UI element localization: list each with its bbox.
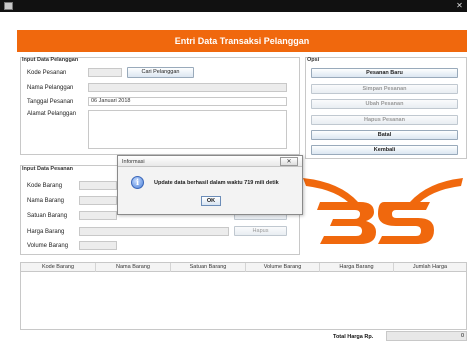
harga-barang-label: Harga Barang (27, 229, 65, 235)
info-dialog: Informasi ✕ i Update data berhasil dalam… (117, 155, 303, 215)
tanggal-pesanan-field[interactable]: 06 Januari 2018 (88, 97, 287, 106)
customer-group-title: Input Data Pelanggan (22, 57, 79, 63)
pesanan-group-title: Input Data Pesanan (22, 166, 74, 172)
kode-barang-label: Kode Barang (27, 183, 63, 189)
info-icon: i (131, 176, 144, 189)
kembali-button[interactable]: Kembali (311, 145, 458, 155)
volume-barang-label: Volume Barang (27, 243, 69, 249)
app-icon (4, 2, 13, 10)
harga-barang-field[interactable] (79, 227, 229, 236)
opsi-title: Opsi (307, 57, 320, 63)
hapus-button[interactable]: Hapus (234, 226, 287, 236)
hapus-pesanan-button[interactable]: Hapus Pesanan (311, 115, 458, 125)
col-kode-barang[interactable]: Kode Barang (21, 263, 96, 272)
total-harga-label: Total Harga Rp. (333, 334, 374, 340)
simpan-pesanan-button[interactable]: Simpan Pesanan (311, 84, 458, 94)
col-satuan-barang[interactable]: Satuan Barang (171, 263, 246, 272)
dialog-close-icon[interactable]: ✕ (280, 157, 298, 166)
nama-barang-field[interactable] (79, 196, 117, 205)
alamat-pelanggan-textarea[interactable] (88, 110, 287, 149)
volume-barang-field[interactable] (79, 241, 117, 250)
cari-pelanggan-button[interactable]: Cari Pelanggan (127, 67, 194, 78)
window-titlebar: ✕ (0, 0, 467, 12)
close-window-icon[interactable]: ✕ (455, 0, 464, 11)
alamat-pelanggan-label: Alamat Pelanggan (27, 111, 77, 117)
ubah-pesanan-button[interactable]: Ubah Pesanan (311, 99, 458, 109)
nama-pelanggan-label: Nama Pelanggan (27, 85, 74, 91)
kode-pesanan-field[interactable] (88, 68, 122, 77)
col-volume-barang[interactable]: Volume Barang (246, 263, 320, 272)
bs-logo (303, 178, 463, 244)
total-harga-field: 0 (386, 331, 467, 341)
pesanan-baru-button[interactable]: Pesanan Baru (311, 68, 458, 78)
col-jumlah-harga[interactable]: Jumlah Harga (394, 263, 466, 272)
dialog-title: Informasi (122, 159, 145, 165)
nama-pelanggan-field[interactable] (88, 83, 287, 92)
kode-barang-field[interactable] (79, 181, 117, 190)
kode-pesanan-label: Kode Pesanan (27, 70, 67, 76)
satuan-barang-field[interactable] (79, 211, 117, 220)
col-harga-barang[interactable]: Harga Barang (320, 263, 394, 272)
table-header: Kode Barang Nama Barang Satuan Barang Vo… (21, 263, 466, 272)
tanggal-pesanan-label: Tanggal Pesanan (27, 99, 74, 105)
dialog-titlebar: Informasi ✕ (118, 156, 302, 167)
item-table[interactable]: Kode Barang Nama Barang Satuan Barang Vo… (20, 262, 467, 330)
dialog-message: Update data berhasil dalam waktu 719 mil… (154, 180, 279, 186)
satuan-barang-label: Satuan Barang (27, 213, 68, 219)
batal-button[interactable]: Batal (311, 130, 458, 140)
col-nama-barang[interactable]: Nama Barang (96, 263, 171, 272)
dialog-ok-button[interactable]: OK (201, 196, 221, 206)
nama-barang-label: Nama Barang (27, 198, 65, 204)
page-title: Entri Data Transaksi Pelanggan (17, 30, 467, 52)
